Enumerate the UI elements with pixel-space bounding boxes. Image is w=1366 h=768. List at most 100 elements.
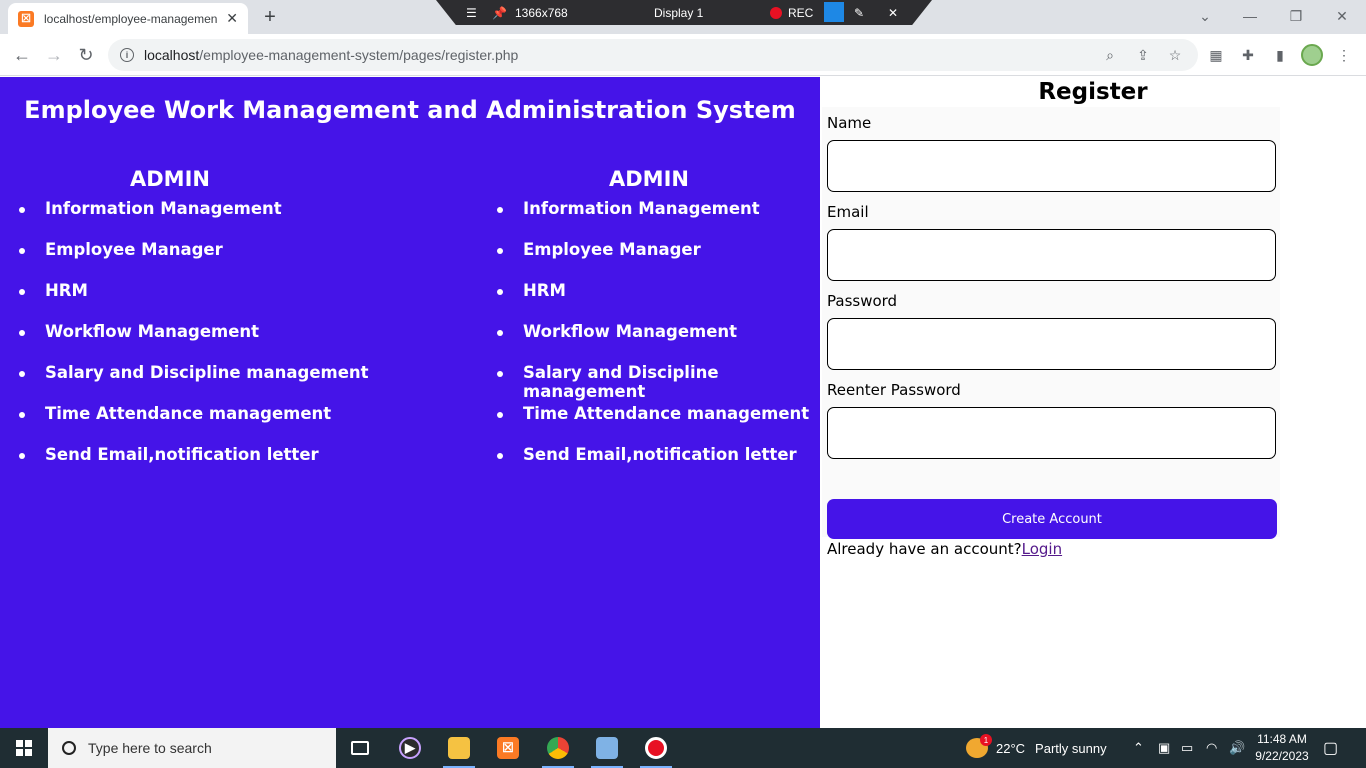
show-hidden-icons[interactable]: ⌃ xyxy=(1133,728,1144,768)
weather-badge: 1 xyxy=(980,734,992,746)
close-tab-icon[interactable]: ✕ xyxy=(226,10,238,27)
recorder-display: Display 1 xyxy=(654,5,704,20)
login-prompt: Already have an account?Login xyxy=(827,540,1062,558)
list-item: Time Attendance management xyxy=(478,404,818,445)
meet-now-icon[interactable]: ▣ xyxy=(1158,728,1170,768)
register-title: Register xyxy=(1038,79,1148,105)
admin-column-right: ADMIN Information Management Employee Ma… xyxy=(478,167,818,486)
search-icon xyxy=(62,741,76,755)
xampp-icon: ☒ xyxy=(497,737,519,759)
list-item: Employee Manager xyxy=(0,240,380,281)
reload-icon[interactable]: ↻ xyxy=(73,42,99,68)
clock-date: 9/22/2023 xyxy=(1255,749,1309,763)
login-prompt-text: Already have an account? xyxy=(827,540,1022,558)
xampp-app[interactable]: ☒ xyxy=(490,732,526,764)
feature-list: Information Management Employee Manager … xyxy=(0,199,380,486)
partly-sunny-icon: 1 xyxy=(966,734,992,758)
address-bar[interactable]: i localhost/employee-management-system/p… xyxy=(108,39,1198,71)
wifi-icon[interactable]: ◠ xyxy=(1206,728,1217,768)
feature-list: Information Management Employee Manager … xyxy=(478,199,818,486)
search-placeholder: Type here to search xyxy=(88,740,212,756)
reenter-password-label: Reenter Password xyxy=(827,381,961,399)
system-clock[interactable]: 11:48 AM 9/22/2023 xyxy=(1254,731,1310,765)
media-player-app[interactable]: ▶ xyxy=(392,732,428,764)
folder-icon xyxy=(448,737,470,759)
admin-heading: ADMIN xyxy=(130,167,210,191)
windows-taskbar: Type here to search ▶ ☒ 1 22°C Partly su… xyxy=(0,728,1366,768)
recorder-rec-label[interactable]: REC xyxy=(788,6,813,20)
recorder-target-icon[interactable] xyxy=(824,2,844,22)
battery-icon[interactable]: ▭ xyxy=(1181,728,1193,768)
list-item: Information Management xyxy=(0,199,380,240)
site-info-icon[interactable]: i xyxy=(120,48,134,62)
recorder-close-icon[interactable]: ✕ xyxy=(888,6,898,20)
bookmark-star-icon[interactable]: ☆ xyxy=(1166,46,1184,64)
create-account-button[interactable]: Create Account xyxy=(827,499,1277,539)
admin-column-left: ADMIN Information Management Employee Ma… xyxy=(0,167,380,486)
weather-desc: Partly sunny xyxy=(1035,740,1107,756)
task-view-button[interactable] xyxy=(342,732,378,764)
pen-icon[interactable]: ✎ xyxy=(854,6,864,20)
recorder-toolbar: ☰ 📌 1366x768 Display 1 REC ✎ ✕ xyxy=(436,0,932,25)
admin-heading: ADMIN xyxy=(609,167,689,191)
page-title: Employee Work Management and Administrat… xyxy=(24,96,796,124)
weather-widget[interactable]: 1 22°C Partly sunny xyxy=(966,728,1107,768)
chrome-app[interactable] xyxy=(540,732,576,768)
pin-icon[interactable]: 📌 xyxy=(492,6,507,20)
list-item: Send Email,notification letter xyxy=(0,445,380,486)
back-arrow-icon[interactable]: ← xyxy=(9,42,35,68)
zoom-search-icon[interactable]: ⌕ xyxy=(1101,46,1119,64)
list-item: HRM xyxy=(478,281,818,322)
password-label: Password xyxy=(827,292,898,310)
forward-arrow-icon[interactable]: → xyxy=(41,42,67,68)
restore-button[interactable]: ❐ xyxy=(1276,4,1316,28)
list-item: Employee Manager xyxy=(478,240,818,281)
name-label: Name xyxy=(827,114,872,132)
email-input[interactable] xyxy=(827,229,1276,281)
list-item: HRM xyxy=(0,281,380,322)
password-input[interactable] xyxy=(827,318,1276,370)
register-panel: Register Name Email Password Reenter Pas… xyxy=(820,77,1366,728)
chrome-icon xyxy=(547,737,569,759)
windows-logo-icon xyxy=(16,740,32,756)
image-viewer-app[interactable] xyxy=(589,732,625,768)
extension-icon[interactable]: ▦ xyxy=(1206,45,1226,65)
reenter-password-input[interactable] xyxy=(827,407,1276,459)
tab-search-icon[interactable]: ⌄ xyxy=(1185,4,1225,28)
url-host: localhost xyxy=(144,47,200,63)
list-item: Information Management xyxy=(478,199,818,240)
list-item: Salary and Discipline management xyxy=(0,363,380,404)
volume-icon[interactable]: 🔊 xyxy=(1229,728,1245,768)
puzzle-extensions-icon[interactable]: ✚ xyxy=(1238,45,1258,65)
file-explorer-app[interactable] xyxy=(441,732,477,768)
list-item: Workflow Management xyxy=(0,322,380,363)
xampp-favicon-icon: ☒ xyxy=(18,10,34,27)
url-path: /employee-management-system/pages/regist… xyxy=(199,47,519,63)
close-window-button[interactable]: ✕ xyxy=(1322,4,1362,28)
more-menu-icon[interactable]: ⋮ xyxy=(1334,45,1354,65)
browser-tab[interactable]: ☒ localhost/employee-managemen ✕ xyxy=(8,3,248,34)
list-item: Workflow Management xyxy=(478,322,818,363)
start-button[interactable] xyxy=(0,728,48,768)
notifications-icon[interactable]: ▢ xyxy=(1323,728,1338,768)
side-panel-icon[interactable]: ▮ xyxy=(1270,45,1290,65)
new-tab-button[interactable]: + xyxy=(258,5,282,29)
email-label: Email xyxy=(827,203,869,221)
minimize-button[interactable]: — xyxy=(1230,4,1270,28)
play-icon: ▶ xyxy=(399,737,421,759)
name-input[interactable] xyxy=(827,140,1276,192)
info-panel: Employee Work Management and Administrat… xyxy=(0,77,820,728)
login-link[interactable]: Login xyxy=(1022,540,1062,558)
list-item: Salary and Discipline management xyxy=(478,363,818,404)
profile-avatar[interactable] xyxy=(1301,44,1323,66)
list-item: Time Attendance management xyxy=(0,404,380,445)
menu-icon[interactable]: ☰ xyxy=(466,6,477,20)
browser-toolbar: ← → ↻ i localhost/employee-management-sy… xyxy=(0,34,1366,76)
share-icon[interactable]: ⇪ xyxy=(1134,46,1152,64)
recorder-app[interactable] xyxy=(638,732,674,768)
register-form: Name Email Password Reenter Password Cre… xyxy=(822,107,1280,558)
list-item: Send Email,notification letter xyxy=(478,445,818,486)
taskbar-search[interactable]: Type here to search xyxy=(48,728,336,768)
clock-time: 11:48 AM xyxy=(1257,732,1307,746)
record-icon xyxy=(645,737,667,759)
